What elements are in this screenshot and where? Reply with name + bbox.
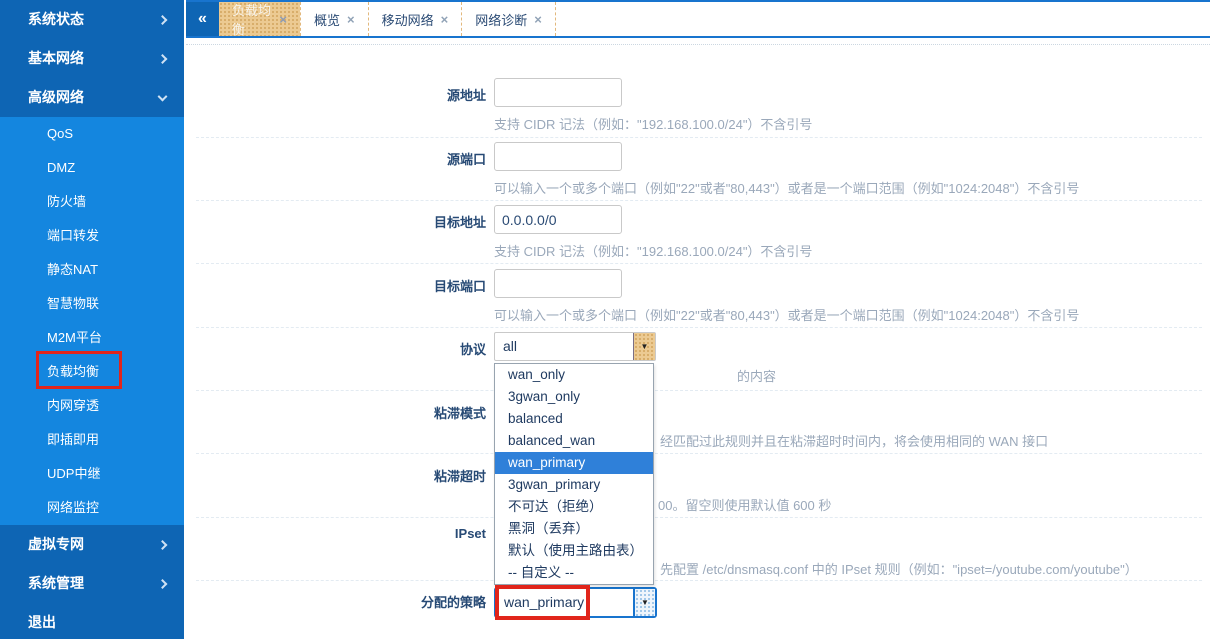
assigned-policy-label: 分配的策略 <box>286 592 486 611</box>
source-port-hint: 可以输入一个或多个端口（例如"22"或者"80,443"）或者是一个端口范围（例… <box>494 178 1079 197</box>
row-separator <box>196 263 1202 264</box>
tab-label: 负载均衡 <box>232 0 272 38</box>
sidebar-item-dmz[interactable]: DMZ <box>0 151 184 185</box>
tab-mobile-network[interactable]: 移动网络 × <box>368 2 462 36</box>
source-address-hint: 支持 CIDR 记法（例如："192.168.100.0/24"）不含引号 <box>494 114 812 133</box>
chevron-right-icon <box>158 579 168 589</box>
protocol-select[interactable]: all ▼ <box>494 332 656 361</box>
close-icon[interactable]: × <box>347 12 355 27</box>
protocol-select-value: all <box>495 333 633 360</box>
source-port-input[interactable] <box>494 142 622 171</box>
sidebar-item-plug-and-play[interactable]: 即插即用 <box>0 423 184 457</box>
sidebar-item-logout[interactable]: 退出 <box>0 603 184 639</box>
destination-address-hint: 支持 CIDR 记法（例如："192.168.100.0/24"）不含引号 <box>494 241 812 260</box>
sticky-mode-label: 粘滞模式 <box>286 403 486 422</box>
row-separator <box>196 137 1202 138</box>
sidebar-item-smart-iot[interactable]: 智慧物联 <box>0 287 184 321</box>
source-port-label: 源端口 <box>286 149 486 168</box>
sidebar-item-m2m-platform[interactable]: M2M平台 <box>0 321 184 355</box>
dropdown-option-default-main-table[interactable]: 默认（使用主路由表） <box>495 540 653 562</box>
row-separator <box>196 517 1202 518</box>
row-separator <box>196 453 1202 454</box>
double-chevron-left-icon: « <box>198 10 207 28</box>
dropdown-option-blackhole-drop[interactable]: 黑洞（丢弃） <box>495 518 653 540</box>
protocol-label: 协议 <box>286 339 486 358</box>
ipset-label: IPset <box>286 526 486 541</box>
chevron-down-icon <box>158 91 168 101</box>
chevron-right-icon <box>158 54 168 64</box>
tab-label: 网络诊断 <box>475 10 527 29</box>
dropdown-option-custom[interactable]: -- 自定义 -- <box>495 562 653 584</box>
sidebar: 系统状态 基本网络 高级网络 QoS DMZ 防火墙 端口转发 静态NAT 智慧… <box>0 0 184 639</box>
destination-port-label: 目标端口 <box>286 276 486 295</box>
sticky-timeout-hint-partial: 00。留空则使用默认值 600 秒 <box>658 495 831 514</box>
chevron-right-icon <box>158 540 168 550</box>
sidebar-item-intranet-penetration[interactable]: 内网穿透 <box>0 389 184 423</box>
sticky-timeout-label: 粘滞超时 <box>286 466 486 485</box>
policy-dropdown-list: wan_only 3gwan_only balanced balanced_wa… <box>494 363 654 585</box>
sidebar-item-firewall[interactable]: 防火墙 <box>0 185 184 219</box>
sidebar-item-qos[interactable]: QoS <box>0 117 184 151</box>
row-separator <box>196 390 1202 391</box>
dropdown-option-balanced-wan[interactable]: balanced_wan <box>495 430 653 452</box>
dropdown-option-wan-only[interactable]: wan_only <box>495 364 653 386</box>
dropdown-arrow-icon[interactable]: ▼ <box>633 333 655 360</box>
app-window: 系统状态 基本网络 高级网络 QoS DMZ 防火墙 端口转发 静态NAT 智慧… <box>0 0 1210 639</box>
protocol-hint-partial: 的内容 <box>737 366 776 385</box>
close-icon[interactable]: × <box>534 12 542 27</box>
row-separator <box>196 327 1202 328</box>
assigned-policy-select-value: wan_primary <box>496 589 633 616</box>
sidebar-item-basic-network[interactable]: 基本网络 <box>0 39 184 78</box>
sidebar-item-system-management[interactable]: 系统管理 <box>0 564 184 603</box>
destination-port-hint: 可以输入一个或多个端口（例如"22"或者"80,443"）或者是一个端口范围（例… <box>494 305 1079 324</box>
sidebar-item-system-status[interactable]: 系统状态 <box>0 0 184 39</box>
sidebar-item-network-monitoring[interactable]: 网络监控 <box>0 491 184 525</box>
sidebar-item-label: 系统状态 <box>28 11 84 27</box>
sidebar-item-load-balancing[interactable]: 负载均衡 <box>0 355 184 389</box>
source-address-input[interactable] <box>494 78 622 107</box>
close-icon[interactable]: × <box>279 12 287 27</box>
sidebar-item-static-nat[interactable]: 静态NAT <box>0 253 184 287</box>
ipset-hint-partial: 先配置 /etc/dnsmasq.conf 中的 IPset 规则（例如："ip… <box>660 559 1138 578</box>
tab-load-balancing[interactable]: 负载均衡 × <box>219 2 300 36</box>
sidebar-item-udp-relay[interactable]: UDP中继 <box>0 457 184 491</box>
sidebar-item-advanced-network[interactable]: 高级网络 <box>0 78 184 117</box>
tab-network-diagnostics[interactable]: 网络诊断 × <box>461 2 556 36</box>
collapse-tabs-button[interactable]: « <box>186 2 219 36</box>
chevron-right-icon <box>158 15 168 25</box>
destination-port-input[interactable] <box>494 269 622 298</box>
tab-overview[interactable]: 概览 × <box>300 2 368 36</box>
sidebar-item-label: 退出 <box>28 614 56 630</box>
close-icon[interactable]: × <box>441 12 449 27</box>
dropdown-option-3gwan-only[interactable]: 3gwan_only <box>495 386 653 408</box>
row-separator <box>196 200 1202 201</box>
sidebar-item-label: 系统管理 <box>28 575 84 591</box>
sidebar-item-label: 虚拟专网 <box>28 536 84 552</box>
tab-label: 移动网络 <box>382 10 434 29</box>
row-separator <box>196 580 1202 581</box>
dropdown-option-wan-primary[interactable]: wan_primary <box>495 452 653 474</box>
sidebar-item-label: 基本网络 <box>28 50 84 66</box>
sidebar-item-vpn[interactable]: 虚拟专网 <box>0 525 184 564</box>
sticky-mode-hint-partial: 经匹配过此规则并且在粘滞超时时间内，将会使用相同的 WAN 接口 <box>660 431 1048 450</box>
form-panel: 源地址 支持 CIDR 记法（例如："192.168.100.0/24"）不含引… <box>186 38 1210 639</box>
tab-bar: « 负载均衡 × 概览 × 移动网络 × 网络诊断 × <box>186 0 1210 38</box>
dropdown-option-3gwan-primary[interactable]: 3gwan_primary <box>495 474 653 496</box>
sidebar-item-port-forwarding[interactable]: 端口转发 <box>0 219 184 253</box>
dropdown-arrow-icon[interactable]: ▼ <box>633 589 655 616</box>
tab-label: 概览 <box>314 10 340 29</box>
sidebar-item-label: 高级网络 <box>28 89 84 105</box>
destination-address-input[interactable] <box>494 205 622 234</box>
dropdown-option-unreachable-reject[interactable]: 不可达（拒绝） <box>495 496 653 518</box>
dropdown-option-balanced[interactable]: balanced <box>495 408 653 430</box>
assigned-policy-select[interactable]: wan_primary ▼ <box>494 587 657 618</box>
sidebar-submenu: QoS DMZ 防火墙 端口转发 静态NAT 智慧物联 M2M平台 负载均衡 内… <box>0 117 184 525</box>
panel-top-dotted-border <box>186 44 1210 45</box>
source-address-label: 源地址 <box>286 85 486 104</box>
destination-address-label: 目标地址 <box>286 212 486 231</box>
